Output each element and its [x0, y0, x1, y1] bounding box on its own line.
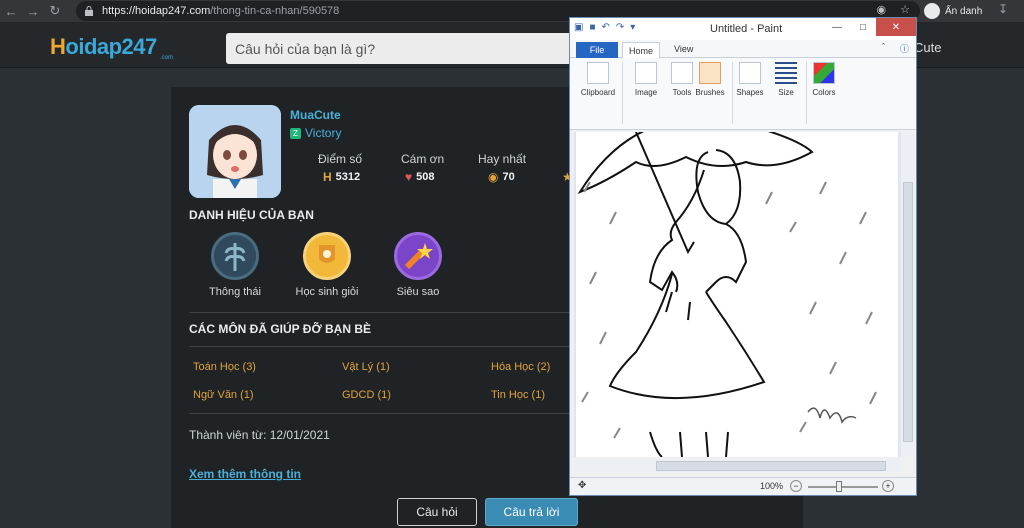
badge-thong-thai[interactable]: Thông thái: [190, 232, 280, 298]
medal-icon: ◉: [488, 170, 499, 184]
shapes-icon: [739, 62, 761, 84]
questions-tab-button[interactable]: Câu hỏi: [397, 498, 477, 526]
divider: [189, 346, 569, 347]
group-shapes[interactable]: Shapes: [730, 62, 770, 97]
subject-item[interactable]: Hóa Học (2): [491, 361, 550, 373]
lock-icon: [85, 6, 93, 16]
group-size[interactable]: Size: [766, 62, 806, 97]
customize-icon[interactable]: ▾: [630, 22, 635, 33]
ribbon-collapse-icon[interactable]: ˆ: [882, 42, 885, 52]
avatar: [189, 105, 281, 198]
divider: [189, 312, 569, 313]
badge-label: Học sinh giỏi: [295, 286, 359, 298]
badge-label: Thông thái: [209, 286, 261, 298]
scroll-thumb[interactable]: [656, 461, 886, 471]
stat-label-points: Điểm số: [318, 152, 363, 166]
paint-titlebar[interactable]: ▣ ■ ↶ ↷ ▾ Untitled - Paint — □ ✕: [570, 18, 916, 40]
zoom-in-icon[interactable]: +: [882, 480, 894, 492]
group-image[interactable]: Image: [626, 62, 666, 97]
tab-view[interactable]: View: [674, 44, 693, 54]
rank-icon: Z: [290, 127, 301, 139]
stat-label-best: Hay nhất: [478, 152, 527, 166]
stat-value-points: H 5312: [323, 170, 361, 184]
heart-icon: ♥: [405, 170, 413, 184]
logo-domain: .com: [160, 55, 174, 61]
member-since: Thành viên từ: 12/01/2021: [189, 428, 330, 442]
star-icon[interactable]: ☆: [900, 3, 910, 16]
divider: [189, 413, 569, 414]
redo-icon[interactable]: ↷: [616, 22, 624, 33]
minimize-icon[interactable]: —: [824, 18, 850, 36]
subject-item[interactable]: Ngữ Văn (1): [193, 389, 254, 401]
clipboard-icon: [587, 62, 609, 84]
url-host: https://hoidap247.com: [102, 5, 211, 17]
quick-access-toolbar: ▣ ■ ↶ ↷ ▾: [574, 22, 635, 33]
scroll-thumb[interactable]: [903, 182, 913, 442]
size-icon: [775, 62, 797, 84]
incognito-label: Ẩn danh: [945, 5, 983, 17]
leaf-icon: [211, 232, 259, 280]
points-icon: H: [323, 170, 332, 184]
subject-item[interactable]: GDCD (1): [342, 389, 391, 401]
undo-icon[interactable]: ↶: [602, 22, 610, 33]
save-icon[interactable]: ■: [589, 22, 595, 33]
stat-value-best: ◉ 70: [488, 170, 515, 184]
help-icon[interactable]: ⓘ: [900, 42, 909, 55]
paint-statusbar: ✥ 100% − +: [570, 477, 916, 495]
stat-value-thanks: ♥ 508: [405, 170, 435, 184]
badge-hoc-sinh-gioi[interactable]: Học sinh giỏi: [282, 232, 372, 298]
badges-title: DANH HIỆU CỦA BẠN: [189, 208, 314, 222]
drawing-canvas[interactable]: [576, 132, 898, 457]
group-brushes[interactable]: Brushes: [690, 62, 730, 97]
subjects-title: CÁC MÔN ĐÃ GIÚP ĐỠ BẠN BÈ: [189, 322, 372, 336]
incognito-indicator[interactable]: Ẩn danh: [924, 1, 982, 21]
group-colors[interactable]: Colors: [804, 62, 844, 97]
eye-off-icon[interactable]: ◉: [877, 3, 887, 16]
group-clipboard[interactable]: Clipboard: [578, 62, 618, 97]
zoom-slider[interactable]: [808, 486, 878, 488]
ribbon: Clipboard Image Tools Brushes Shapes Siz…: [570, 58, 916, 130]
zoom-out-icon[interactable]: −: [790, 480, 802, 492]
back-icon[interactable]: ←: [0, 0, 22, 22]
tab-file[interactable]: File: [576, 42, 618, 58]
download-icon[interactable]: ↧: [998, 2, 1008, 16]
zoom-slider-thumb[interactable]: [836, 481, 842, 492]
header-username[interactable]: Cute: [914, 40, 941, 55]
close-icon[interactable]: ✕: [876, 18, 916, 36]
badge-sieu-sao[interactable]: Siêu sao: [373, 232, 463, 298]
profile-username[interactable]: MuaCute: [290, 108, 341, 122]
maximize-icon[interactable]: □: [850, 18, 876, 36]
paint-title: Untitled - Paint: [710, 23, 783, 35]
zoom-level: 100%: [760, 481, 784, 491]
shield-icon: [303, 232, 351, 280]
ribbon-tabs: File Home View ˆ ⓘ: [570, 40, 916, 59]
paint-app-icon[interactable]: ▣: [574, 22, 583, 33]
subject-item[interactable]: Toán Học (3): [193, 361, 256, 373]
ribbon-separator: [622, 62, 623, 124]
search-input[interactable]: Câu hỏi của bạn là gì?: [226, 33, 586, 64]
shooting-star-icon: [394, 232, 442, 280]
move-icon: ✥: [578, 480, 587, 491]
rank-label: Z Victory: [290, 126, 341, 140]
url-path: /thong-tin-ca-nhan/590578: [210, 5, 340, 17]
forward-icon[interactable]: →: [22, 0, 44, 22]
stat-label-thanks: Cám ơn: [401, 152, 445, 166]
vertical-scrollbar[interactable]: [901, 132, 915, 457]
subject-item[interactable]: Tin Học (1): [491, 389, 545, 401]
incognito-icon: [924, 3, 940, 19]
brush-icon: [699, 62, 721, 84]
badge-label: Siêu sao: [396, 286, 440, 298]
more-info-link[interactable]: Xem thêm thông tin: [189, 467, 301, 481]
colors-icon: [813, 62, 835, 84]
paint-window: ▣ ■ ↶ ↷ ▾ Untitled - Paint — □ ✕ File Ho…: [569, 17, 917, 496]
answers-tab-button[interactable]: Câu trả lời: [485, 498, 578, 526]
image-icon: [635, 62, 657, 84]
canvas-area: [574, 132, 901, 457]
tab-home[interactable]: Home: [622, 42, 660, 59]
horizontal-scrollbar[interactable]: [574, 459, 901, 473]
subject-item[interactable]: Vật Lý (1): [342, 361, 390, 373]
reload-icon[interactable]: ↻: [44, 0, 66, 22]
site-logo[interactable]: Hoidap247: [50, 34, 157, 60]
